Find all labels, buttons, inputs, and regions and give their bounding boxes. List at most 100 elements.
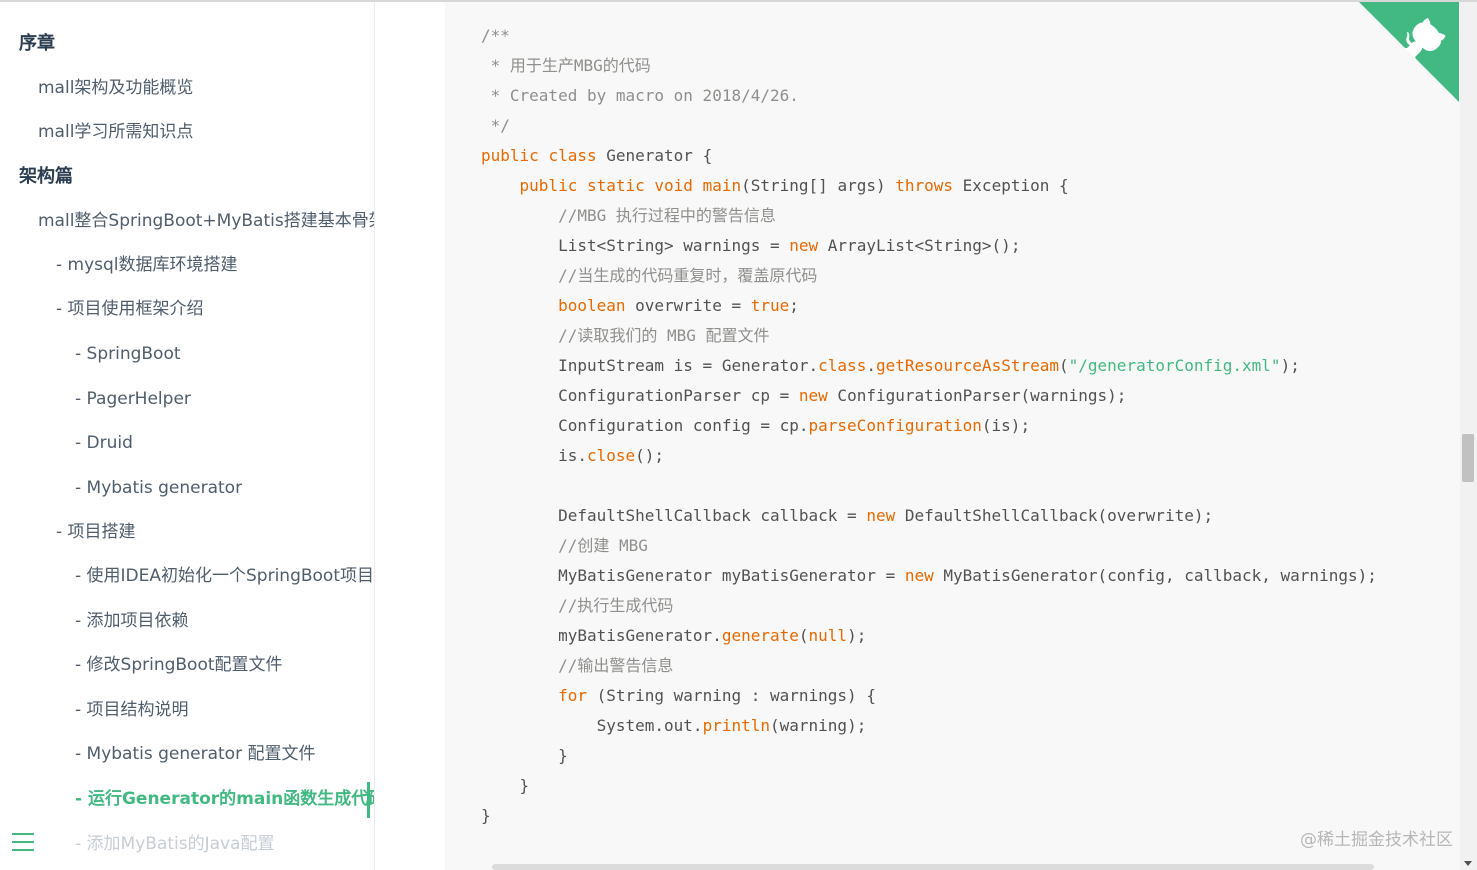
code-token: Configuration config = cp.: [481, 416, 809, 435]
scroll-down-arrow-icon[interactable]: [1464, 861, 1472, 866]
code-token: myBatisGenerator.: [481, 626, 722, 645]
hamburger-menu-icon[interactable]: [12, 833, 34, 853]
code-token: }: [481, 746, 568, 765]
sidebar-item[interactable]: - 项目搭建: [0, 517, 374, 547]
code-token: throws: [895, 176, 954, 195]
page-vertical-scrollbar[interactable]: [1460, 2, 1477, 870]
code-line: }: [481, 741, 1377, 771]
sidebar-item[interactable]: mall学习所需知识点: [0, 117, 374, 147]
code-line: DefaultShellCallback callback = new Defa…: [481, 501, 1377, 531]
sidebar-item[interactable]: - Mybatis generator: [0, 473, 374, 503]
code-token: //当生成的代码重复时，覆盖原代码: [558, 266, 818, 285]
code-token: new: [904, 566, 934, 585]
code-line: * Created by macro on 2018/4/26.: [481, 81, 1377, 111]
code-token: close: [586, 446, 636, 465]
code-line: }: [481, 801, 1377, 831]
code-token: new: [789, 236, 819, 255]
sidebar-section-title[interactable]: 架构篇: [0, 162, 374, 192]
sidebar-item[interactable]: - 使用IDEA初始化一个SpringBoot项目: [0, 561, 374, 591]
code-token: //执行生成代码: [558, 596, 674, 615]
sidebar-item[interactable]: - 运行Generator的main函数生成代码: [0, 784, 374, 814]
code-horizontal-scrollbar[interactable]: [492, 864, 1374, 870]
code-token: System.out.: [481, 716, 703, 735]
code-token: parseConfiguration: [808, 416, 982, 435]
code-token: ConfigurationParser cp =: [481, 386, 799, 405]
code-token: .: [866, 356, 876, 375]
code-token: class: [548, 146, 597, 165]
code-token: (warning);: [770, 716, 867, 735]
code-line: }: [481, 771, 1377, 801]
code-token: public: [481, 146, 539, 165]
code-token: ();: [635, 446, 665, 465]
code-token: ArrayList<String>();: [818, 236, 1021, 255]
github-octocat-icon: [1359, 2, 1459, 102]
sidebar-item[interactable]: - PagerHelper: [0, 384, 374, 414]
code-token: InputStream is = Generator.: [481, 356, 819, 375]
code-line: /**: [481, 21, 1377, 51]
code-line: MyBatisGenerator myBatisGenerator = new …: [481, 561, 1377, 591]
sidebar-section-title[interactable]: 序章: [0, 29, 374, 59]
sidebar-item[interactable]: - Druid: [0, 428, 374, 458]
sidebar-item[interactable]: - SpringBoot: [0, 339, 374, 369]
scrollbar-thumb[interactable]: [1462, 434, 1474, 482]
code-token: );: [1280, 356, 1300, 375]
code-token: main: [702, 176, 742, 195]
code-token: is.: [481, 446, 587, 465]
sidebar-item[interactable]: mall整合SpringBoot+MyBatis搭建基本骨架: [0, 206, 374, 236]
code-token: }: [481, 806, 491, 825]
code-line: */: [481, 111, 1377, 141]
sidebar-item[interactable]: - 项目使用框架介绍: [0, 294, 374, 324]
code-token: null: [808, 626, 848, 645]
watermark: @稀土掘金技术社区: [1300, 830, 1453, 850]
code-token: static: [586, 176, 645, 195]
sidebar-item[interactable]: - 修改SpringBoot配置文件: [0, 650, 374, 680]
code-line: System.out.println(warning);: [481, 711, 1377, 741]
code-token: //MBG 执行过程中的警告信息: [558, 206, 776, 225]
code-token: "/generatorConfig.xml": [1068, 356, 1281, 375]
code-token: (String[] args): [741, 176, 896, 195]
sidebar-item[interactable]: mall架构及功能概览: [0, 73, 374, 103]
code-token: generate: [721, 626, 799, 645]
code-line: myBatisGenerator.generate(null);: [481, 621, 1377, 651]
code-token: DefaultShellCallback(overwrite);: [895, 506, 1214, 525]
sidebar-item[interactable]: - Mybatis generator 配置文件: [0, 739, 374, 769]
code-line: Configuration config = cp.parseConfigura…: [481, 411, 1377, 441]
code-token: * 用于生产MBG的代码: [481, 56, 651, 75]
code-token: boolean: [558, 296, 626, 315]
code-line: //读取我们的 MBG 配置文件: [481, 321, 1377, 351]
code-token: class: [818, 356, 867, 375]
code-token: MyBatisGenerator(config, callback, warni…: [933, 566, 1377, 585]
code-token: new: [798, 386, 828, 405]
code-line: List<String> warnings = new ArrayList<St…: [481, 231, 1377, 261]
code-line: is.close();: [481, 441, 1377, 471]
github-corner-link[interactable]: [1359, 2, 1459, 102]
code-token: (is);: [981, 416, 1031, 435]
code-line: InputStream is = Generator.class.getReso…: [481, 351, 1377, 381]
code-token: */: [481, 116, 510, 135]
code-line: //当生成的代码重复时，覆盖原代码: [481, 261, 1377, 291]
code-token: true: [750, 296, 790, 315]
code-content: /** * 用于生产MBG的代码 * Created by macro on 2…: [481, 21, 1377, 831]
sidebar-item[interactable]: - mysql数据库环境搭建: [0, 250, 374, 280]
code-token: println: [702, 716, 770, 735]
code-token: void: [654, 176, 693, 195]
sidebar-item[interactable]: - 添加MyBatis的Java配置: [0, 829, 374, 859]
code-token: ;: [789, 296, 799, 315]
sidebar-item[interactable]: - 添加项目依赖: [0, 606, 374, 636]
sidebar-item[interactable]: - 项目结构说明: [0, 695, 374, 725]
code-line: //输出警告信息: [481, 651, 1377, 681]
code-token: );: [847, 626, 867, 645]
code-token: (: [1059, 356, 1069, 375]
code-line: //创建 MBG: [481, 531, 1377, 561]
code-line: for (String warning : warnings) {: [481, 681, 1377, 711]
code-token: (String warning : warnings) {: [586, 686, 876, 705]
code-token: /**: [481, 26, 510, 45]
